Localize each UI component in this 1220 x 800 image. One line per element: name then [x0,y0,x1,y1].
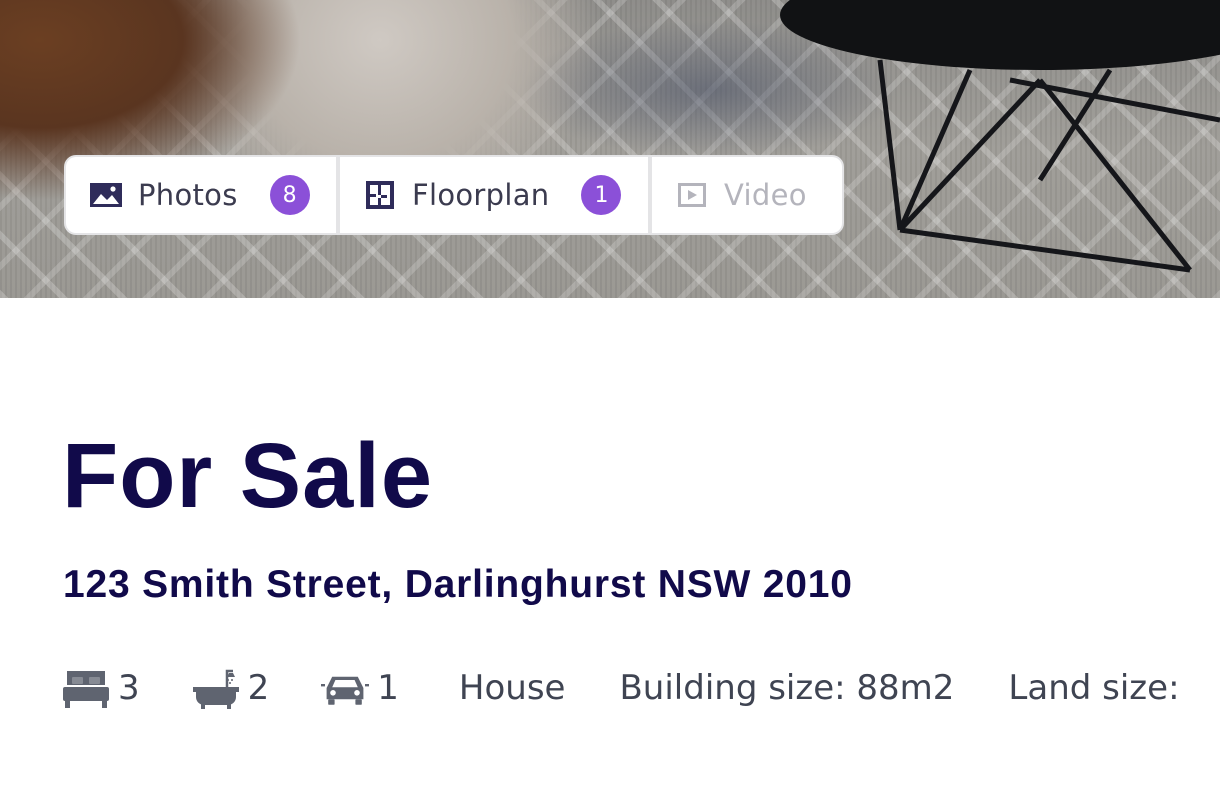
car-spaces-value: 1 [377,668,399,708]
bedrooms-value: 3 [118,668,140,708]
tab-floorplan[interactable]: Floorplan 1 [340,157,648,233]
floorplan-icon [362,177,398,213]
bed-icon [62,664,110,712]
feature-bedrooms: 3 [62,664,140,712]
bathrooms-value: 2 [247,668,270,708]
photos-label: Photos [138,178,238,212]
floorplan-count-badge: 1 [581,175,622,215]
media-tabs: Photos 8 Floorplan 1 Video [64,155,844,235]
hero-photo[interactable]: Photos 8 Floorplan 1 Video [0,0,1220,298]
land-size: Land size: [1008,668,1180,708]
building-size: Building size: 88m2 [619,668,955,708]
feature-bathrooms: 2 [192,664,270,712]
play-icon [674,177,710,213]
photos-count-badge: 8 [269,175,310,215]
car-icon [321,664,370,712]
tab-video: Video [652,157,842,233]
tab-photos[interactable]: Photos 8 [66,157,336,233]
listing-status-title: For Sale [62,425,434,527]
property-type: House [458,668,566,708]
floorplan-label: Floorplan [412,178,550,212]
property-features: 3 2 1 House Building size: 88m2 Land siz… [62,660,1180,716]
image-icon [88,177,124,213]
video-label: Video [724,178,807,212]
coffee-table-legs [877,59,1220,273]
bath-icon [192,664,240,712]
feature-car-spaces: 1 [321,664,399,712]
listing-address: 123 Smith Street, Darlinghurst NSW 2010 [63,563,853,606]
